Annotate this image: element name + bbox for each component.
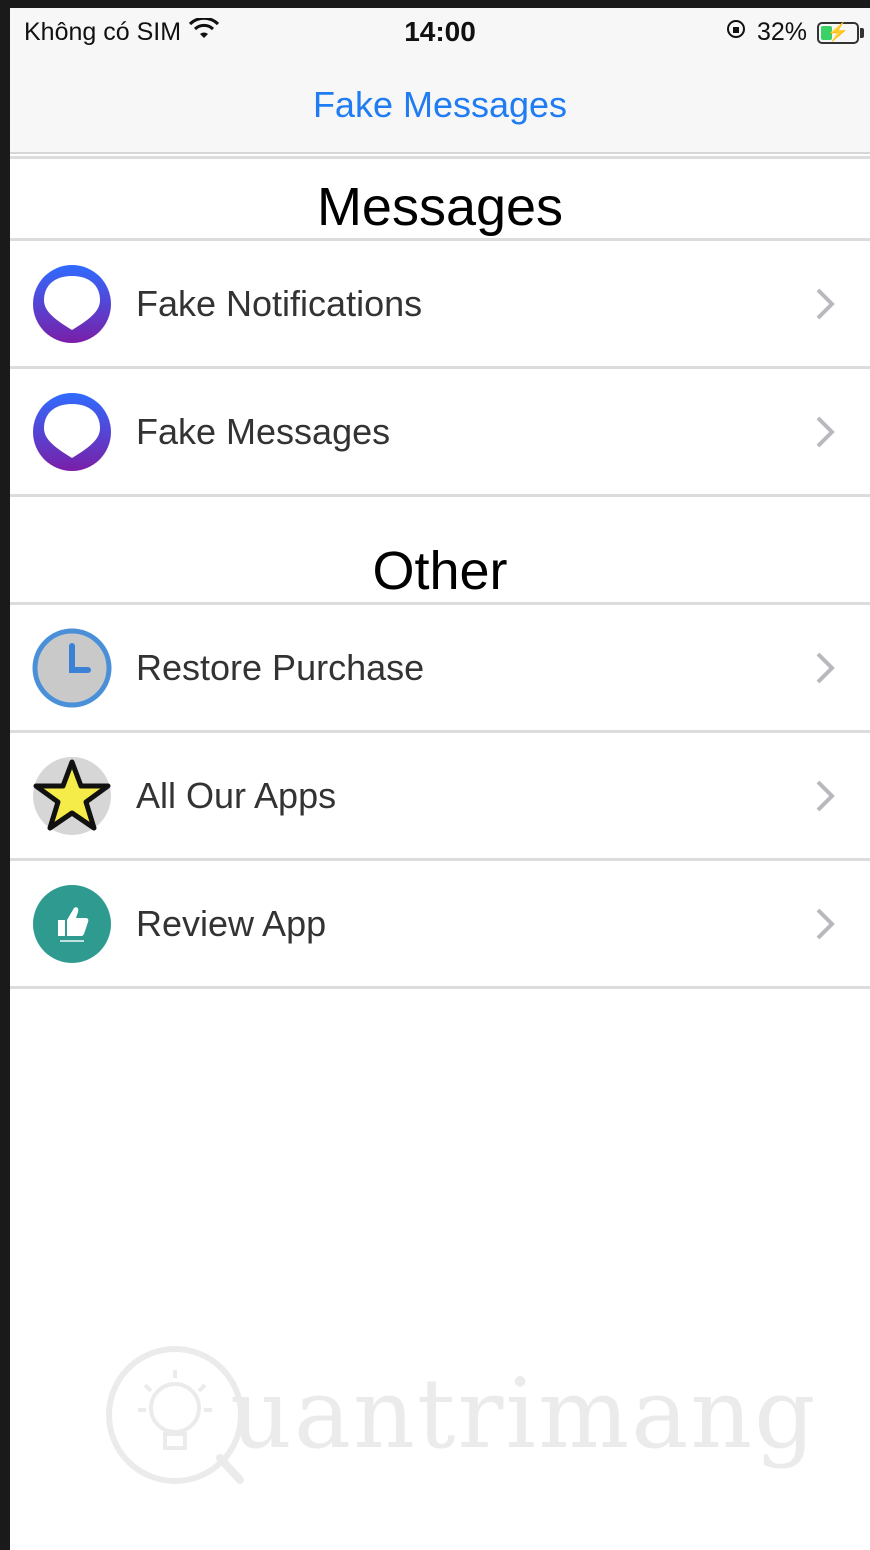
clock-icon (32, 628, 112, 708)
status-bar: Không có SIM 14:00 32% ⚡ (10, 8, 870, 58)
navigation-bar: Fake Messages (10, 58, 870, 154)
chat-bubble-icon (32, 392, 112, 472)
chevron-right-icon (814, 906, 836, 942)
menu-row-fake-messages[interactable]: Fake Messages (10, 370, 870, 494)
status-right: 32% ⚡ (725, 18, 864, 47)
menu-row-label: Fake Notifications (136, 283, 423, 324)
divider (10, 156, 870, 159)
lightbulb-icon (100, 1340, 250, 1495)
divider (10, 986, 870, 989)
chat-bubble-icon (32, 264, 112, 344)
menu-row-review-app[interactable]: Review App (10, 862, 870, 986)
menu-row-label: Restore Purchase (136, 647, 425, 688)
divider (10, 602, 870, 605)
divider (10, 730, 870, 733)
chevron-right-icon (814, 414, 836, 450)
orientation-lock-icon (725, 18, 747, 47)
chevron-right-icon (814, 778, 836, 814)
divider (10, 858, 870, 861)
chevron-right-icon (814, 650, 836, 686)
menu-row-label: Review App (136, 903, 327, 944)
menu-row-label: Fake Messages (136, 411, 391, 452)
menu-row-all-our-apps[interactable]: All Our Apps (10, 734, 870, 858)
nav-title: Fake Messages (312, 84, 568, 125)
menu-row-restore-purchase[interactable]: Restore Purchase (10, 606, 870, 730)
battery-charging-icon: ⚡ (817, 21, 864, 44)
menu-row-label: All Our Apps (136, 775, 337, 816)
watermark-text: uantrimang (230, 1358, 818, 1470)
divider (10, 238, 870, 241)
battery-percent: 32% (756, 18, 807, 46)
section-header-messages: Messages (316, 177, 564, 237)
chevron-right-icon (814, 286, 836, 322)
section-header-other: Other (372, 541, 508, 601)
menu-row-fake-notifications[interactable]: Fake Notifications (10, 242, 870, 366)
divider (10, 494, 870, 497)
divider (10, 366, 870, 369)
thumbs-up-icon (32, 884, 112, 964)
star-icon (32, 756, 112, 836)
watermark: uantrimang (100, 1340, 816, 1490)
